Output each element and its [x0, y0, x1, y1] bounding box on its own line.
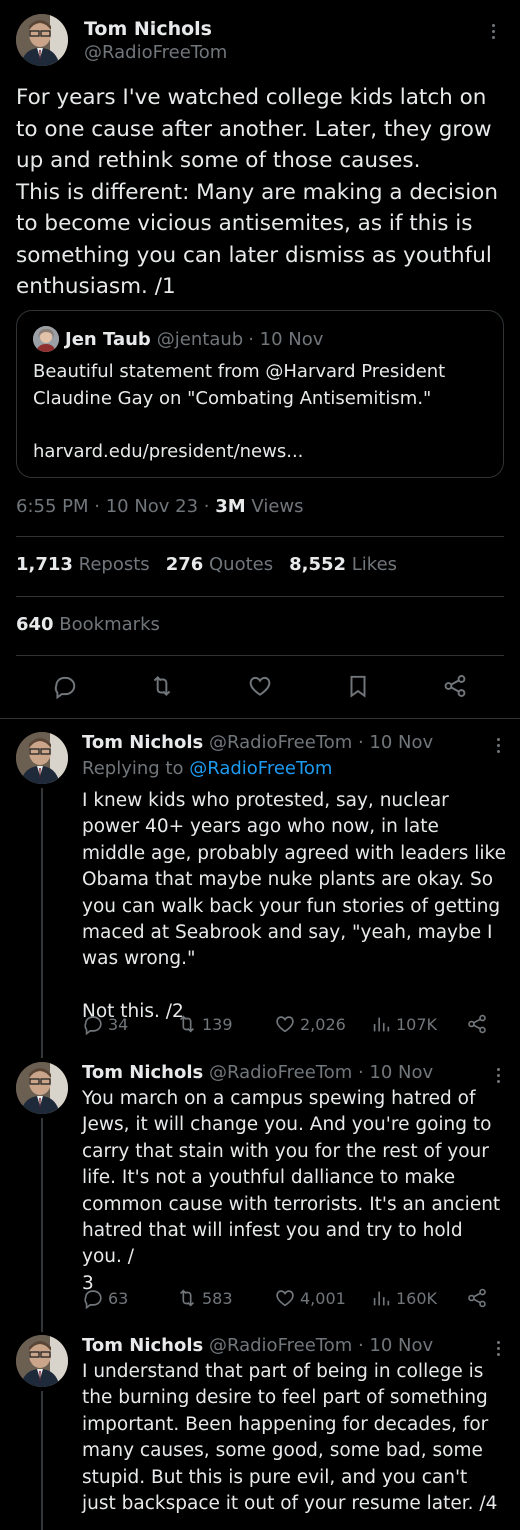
author-handle[interactable]: @RadioFreeTom — [209, 732, 352, 753]
reply-icon — [84, 1016, 102, 1035]
avatar[interactable] — [16, 732, 68, 784]
reply-count: 34 — [108, 1014, 129, 1034]
bookmarks-label: Bookmarks — [53, 614, 160, 635]
tweet-meta: 6:55 PM · 10 Nov 23 · 3M Views — [16, 496, 304, 517]
share-button[interactable] — [466, 1286, 488, 1310]
repost-icon — [179, 1289, 195, 1307]
author-name[interactable]: Tom Nichols — [82, 1335, 203, 1356]
reply-header: Tom Nichols @RadioFreeTom · 10 Nov — [82, 1335, 433, 1356]
reply-header: Tom Nichols @RadioFreeTom · 10 Nov — [82, 1062, 433, 1083]
views-button[interactable]: 107K — [370, 1012, 437, 1036]
reply-button[interactable]: 63 — [82, 1286, 128, 1310]
quotes-label: Quotes — [203, 554, 274, 575]
reply-actions: 63 583 4,001 160K — [82, 1286, 502, 1310]
avatar[interactable] — [16, 1062, 68, 1114]
reply-date[interactable]: · 10 Nov — [358, 1335, 433, 1356]
quotes-stat[interactable]: 276 Quotes — [166, 554, 273, 575]
tweet-stats: 1,713 Reposts 276 Quotes 8,552 Likes — [16, 554, 397, 575]
repost-button[interactable]: 139 — [176, 1012, 233, 1036]
reposts-label: Reposts — [72, 554, 150, 575]
quoted-tweet[interactable]: Jen Taub @jentaub · 10 Nov Beautiful sta… — [16, 310, 504, 478]
quoted-tweet-header: Jen Taub @jentaub · 10 Nov — [33, 325, 487, 353]
like-button[interactable]: 4,001 — [274, 1286, 346, 1310]
thread-line — [41, 788, 43, 1058]
reply-count: 63 — [108, 1288, 129, 1308]
repost-button[interactable]: 583 — [176, 1286, 233, 1310]
like-count: 2,026 — [300, 1014, 346, 1034]
likes-stat[interactable]: 8,552 Likes — [289, 554, 397, 575]
author-handle[interactable]: @RadioFreeTom — [209, 1062, 352, 1083]
views-count: 3M — [215, 496, 246, 517]
author-name[interactable]: Tom Nichols — [82, 1062, 203, 1083]
share-icon[interactable] — [435, 666, 475, 706]
author-handle[interactable]: @RadioFreeTom — [84, 42, 227, 63]
share-icon — [468, 1014, 486, 1034]
avatar[interactable] — [16, 14, 68, 66]
views-count: 107K — [396, 1014, 438, 1034]
share-icon — [468, 1288, 486, 1308]
reposts-count: 1,713 — [16, 554, 73, 575]
like-icon — [276, 1290, 294, 1307]
reposts-stat[interactable]: 1,713 Reposts — [16, 554, 150, 575]
repost-count: 139 — [202, 1014, 233, 1034]
divider — [16, 655, 504, 656]
like-count: 4,001 — [300, 1288, 346, 1308]
reply-icon — [84, 1290, 102, 1309]
author-handle[interactable]: @RadioFreeTom — [209, 1335, 352, 1356]
repost-icon[interactable] — [142, 666, 182, 706]
divider — [16, 596, 504, 597]
reply-actions: 34 139 2,026 107K — [82, 1012, 502, 1036]
bookmarks-count: 640 — [16, 614, 54, 635]
like-icon — [276, 1016, 294, 1033]
more-options-icon[interactable] — [497, 1341, 500, 1359]
more-options-icon[interactable] — [497, 738, 500, 756]
author-name[interactable]: Tom Nichols — [82, 732, 203, 753]
share-button[interactable] — [466, 1012, 488, 1036]
quoted-date: · 10 Nov — [248, 328, 324, 350]
replying-prefix: Replying to — [82, 758, 190, 779]
quotes-count: 276 — [165, 554, 204, 575]
like-icon[interactable] — [240, 666, 280, 706]
main-tweet-actions — [16, 666, 504, 706]
divider — [16, 536, 504, 537]
quoted-author-name: Jen Taub — [65, 328, 151, 350]
more-options-icon[interactable] — [497, 1068, 500, 1086]
main-tweet-header: Tom Nichols @RadioFreeTom — [16, 14, 504, 68]
reply-text: You march on a campus spewing hatred of … — [82, 1088, 501, 1294]
reply-text: I knew kids who protested, say, nuclear … — [82, 790, 506, 1023]
likes-count: 8,552 — [289, 554, 347, 575]
bookmarks-stat[interactable]: 640 Bookmarks — [16, 614, 160, 635]
divider — [0, 718, 520, 719]
tweet-time[interactable]: 6:55 PM · 10 Nov 23 · — [16, 496, 215, 517]
reply-header: Tom Nichols @RadioFreeTom · 10 Nov — [82, 732, 433, 753]
views-button[interactable]: 160K — [370, 1286, 437, 1310]
avatar[interactable] — [16, 1335, 68, 1387]
author-name[interactable]: Tom Nichols — [84, 18, 212, 40]
repost-count: 583 — [202, 1288, 233, 1308]
views-icon — [373, 1291, 390, 1306]
reply-date[interactable]: · 10 Nov — [358, 732, 433, 753]
tweet-text: For years I've watched college kids latc… — [16, 85, 498, 299]
views-icon — [373, 1017, 390, 1032]
bookmark-icon[interactable] — [338, 666, 378, 706]
views-count: 160K — [396, 1288, 438, 1308]
quoted-text: Beautiful statement from @Harvard Presid… — [33, 361, 446, 462]
reply-text: I understand that part of being in colle… — [82, 1361, 498, 1515]
views-label: Views — [245, 496, 304, 517]
like-button[interactable]: 2,026 — [274, 1012, 346, 1036]
reply-date[interactable]: · 10 Nov — [358, 1062, 433, 1083]
reply-icon[interactable] — [45, 666, 85, 706]
reply-button[interactable]: 34 — [82, 1012, 128, 1036]
replying-to: Replying to @RadioFreeTom — [82, 758, 332, 779]
repost-icon — [179, 1015, 195, 1033]
likes-label: Likes — [346, 554, 398, 575]
thread-line — [41, 1118, 43, 1332]
quoted-author-handle: @jentaub — [156, 328, 244, 350]
replying-handle-link[interactable]: @RadioFreeTom — [189, 758, 332, 779]
more-options-icon[interactable] — [490, 24, 496, 42]
quoted-avatar — [33, 326, 59, 352]
thread-line — [41, 1391, 43, 1530]
